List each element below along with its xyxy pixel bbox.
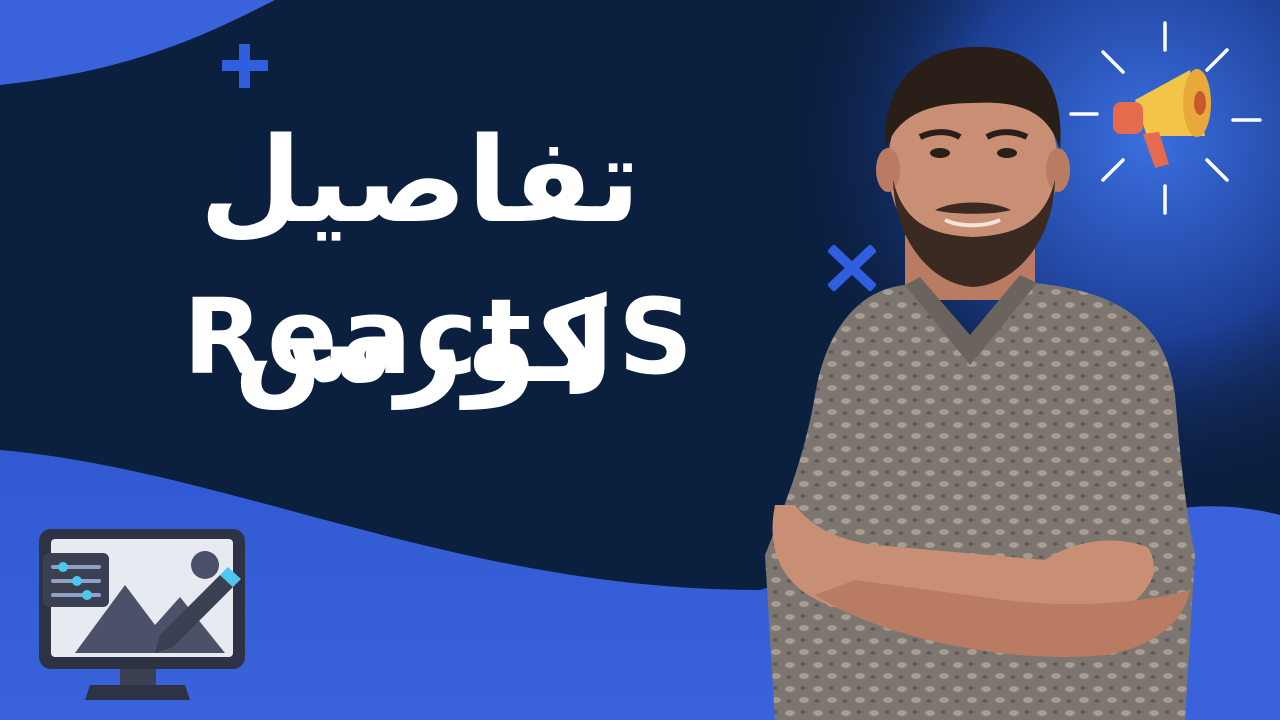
thumbnail: تفاصيل كورس React JS [0, 0, 1280, 720]
title-english: React JS [183, 276, 697, 398]
plus-icon [222, 44, 268, 88]
monitor-illustration-icon [39, 529, 245, 700]
megaphone-icon [1069, 21, 1262, 215]
